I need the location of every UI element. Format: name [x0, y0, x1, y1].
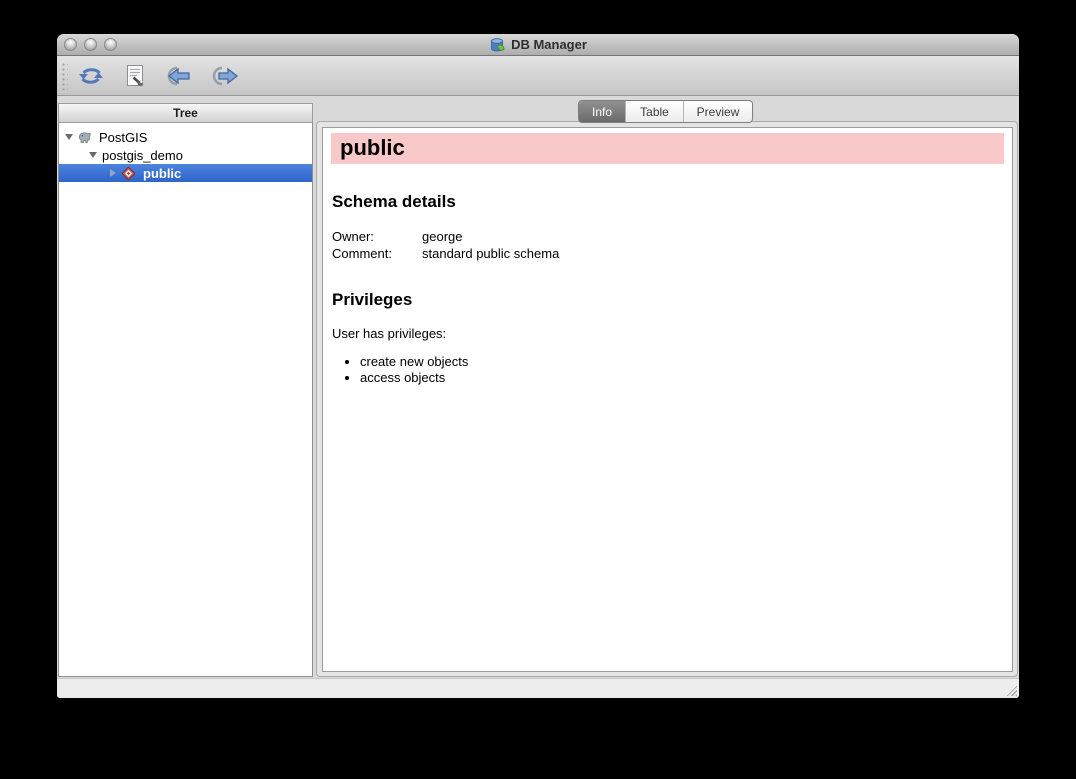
db-manager-app-icon: [489, 37, 506, 53]
schema-title: public: [331, 133, 1004, 164]
tab-preview[interactable]: Preview: [683, 101, 752, 122]
import-layer-button[interactable]: [161, 61, 193, 91]
refresh-button[interactable]: [75, 61, 107, 91]
tree-item-postgis-demo[interactable]: postgis_demo: [59, 146, 312, 164]
expand-arrow-icon[interactable]: [107, 169, 119, 177]
export-file-button[interactable]: [208, 61, 240, 91]
list-item: access objects: [360, 370, 1012, 386]
toolbar: [57, 56, 1019, 96]
schema-details-heading: Schema details: [332, 192, 1004, 212]
tree-panel: PostGIS postgis_demo public: [58, 123, 313, 677]
toolbar-drag-handle[interactable]: [61, 62, 68, 90]
tab-pane: public Schema details Owner: george Comm…: [316, 121, 1018, 677]
postgis-elephant-icon: [77, 130, 92, 145]
info-view: public Schema details Owner: george Comm…: [322, 127, 1013, 672]
collapse-arrow-icon[interactable]: [87, 152, 99, 158]
zoom-window-button[interactable]: [104, 38, 117, 51]
detail-value: george: [422, 228, 559, 245]
close-window-button[interactable]: [64, 38, 77, 51]
list-item: create new objects: [360, 354, 1012, 370]
detail-value: standard public schema: [422, 245, 559, 262]
refresh-icon: [78, 65, 104, 87]
tab-bar: Info Table Preview: [578, 100, 753, 123]
privileges-list: create new objects access objects: [332, 354, 1012, 386]
collapse-arrow-icon[interactable]: [63, 134, 75, 140]
tree-panel-header: Tree: [58, 103, 313, 123]
export-file-icon: [210, 65, 238, 87]
window-title: DB Manager: [511, 37, 587, 52]
privileges-intro: User has privileges:: [332, 326, 1004, 341]
tree-item-label: public: [143, 166, 181, 181]
sql-window-icon: [125, 64, 145, 88]
window-title-group: DB Manager: [489, 37, 587, 53]
window-controls: [64, 38, 117, 51]
resize-grip[interactable]: [1004, 683, 1017, 696]
tree-item-label: PostGIS: [99, 130, 147, 145]
detail-label: Comment:: [332, 245, 422, 262]
db-manager-window: DB Manager: [57, 34, 1019, 698]
tree-item-public[interactable]: public: [59, 164, 312, 182]
tree-item-postgis[interactable]: PostGIS: [59, 128, 312, 146]
status-strip: [57, 678, 1019, 698]
privileges-heading: Privileges: [332, 290, 1004, 310]
tab-table[interactable]: Table: [625, 101, 683, 122]
detail-label: Owner:: [332, 228, 422, 245]
titlebar[interactable]: DB Manager: [57, 34, 1019, 56]
table-row: Comment: standard public schema: [332, 245, 559, 262]
tree-item-label: postgis_demo: [102, 148, 183, 163]
sql-window-button[interactable]: [119, 61, 151, 91]
minimize-window-button[interactable]: [84, 38, 97, 51]
schema-details-table: Owner: george Comment: standard public s…: [332, 228, 559, 262]
desktop-background: { "window": { "title": "DB Manager" }, "…: [0, 0, 1076, 779]
table-row: Owner: george: [332, 228, 559, 245]
schema-icon: [121, 166, 136, 181]
tab-info[interactable]: Info: [579, 101, 625, 122]
import-layer-icon: [163, 65, 191, 87]
